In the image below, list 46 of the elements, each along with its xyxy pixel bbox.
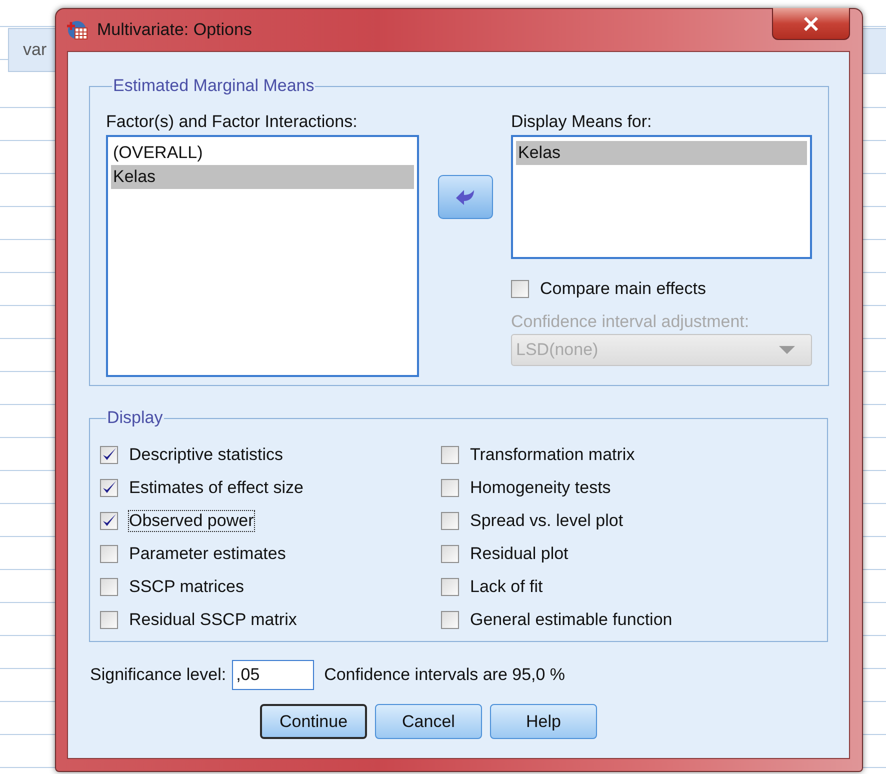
dialog-button[interactable]: Cancel — [375, 704, 482, 739]
dialog-button[interactable]: Continue — [260, 704, 367, 739]
checkbox[interactable] — [100, 512, 118, 530]
significance-label: Significance level: — [90, 665, 226, 685]
checkbox[interactable] — [441, 610, 459, 628]
close-icon — [803, 16, 819, 30]
group-title: Estimated Marginal Means — [112, 76, 316, 96]
checkbox[interactable] — [441, 478, 459, 496]
dropdown-label: Confidence interval adjustment: — [511, 312, 750, 332]
close-button[interactable] — [772, 8, 850, 40]
checkbox[interactable] — [100, 578, 118, 596]
checkbox-label: Transformation matrix — [470, 444, 635, 464]
checkbox[interactable] — [441, 446, 459, 464]
caret-icon — [779, 346, 795, 354]
checkbox-label: Residual SSCP matrix — [129, 610, 297, 630]
significance-field[interactable]: ,05 — [232, 660, 314, 690]
list-label: Display Means for: — [511, 112, 653, 132]
checkbox[interactable] — [511, 280, 529, 298]
table-icon — [67, 19, 89, 41]
confidence-note: Confidence intervals are 95,0 % — [324, 665, 566, 685]
checkbox-label: Residual plot — [470, 544, 568, 564]
checkbox[interactable] — [100, 544, 118, 562]
checkbox-label: General estimable function — [470, 610, 672, 630]
window-title: Multivariate: Options — [97, 20, 252, 40]
checkbox[interactable] — [441, 544, 459, 562]
checkbox[interactable] — [441, 578, 459, 596]
checkbox-label: Descriptive statistics — [129, 444, 283, 464]
checkbox-label: SSCP matrices — [129, 576, 244, 596]
checkbox-label: Parameter estimates — [129, 544, 286, 564]
checkbox-label: Homogeneity tests — [470, 478, 611, 498]
move-button[interactable] — [438, 175, 493, 219]
checkbox-label: Lack of fit — [470, 576, 543, 596]
checkbox[interactable] — [100, 610, 118, 628]
checkbox-label: Compare main effects — [540, 278, 706, 298]
checkbox[interactable] — [441, 512, 459, 530]
checkbox-label: Observed power — [129, 510, 254, 530]
checkbox-label: Estimates of effect size — [129, 478, 304, 498]
list-label: Factor(s) and Factor Interactions: — [106, 112, 358, 132]
group-title: Display — [106, 408, 164, 428]
checkbox-label: Spread vs. level plot — [470, 510, 624, 530]
list-item[interactable]: (OVERALL) — [111, 141, 414, 165]
checkbox[interactable] — [100, 446, 118, 464]
list-item[interactable]: Kelas — [111, 165, 414, 189]
checkbox[interactable] — [100, 478, 118, 496]
dialog-button[interactable]: Help — [490, 704, 597, 739]
list-item[interactable]: Kelas — [516, 141, 807, 165]
